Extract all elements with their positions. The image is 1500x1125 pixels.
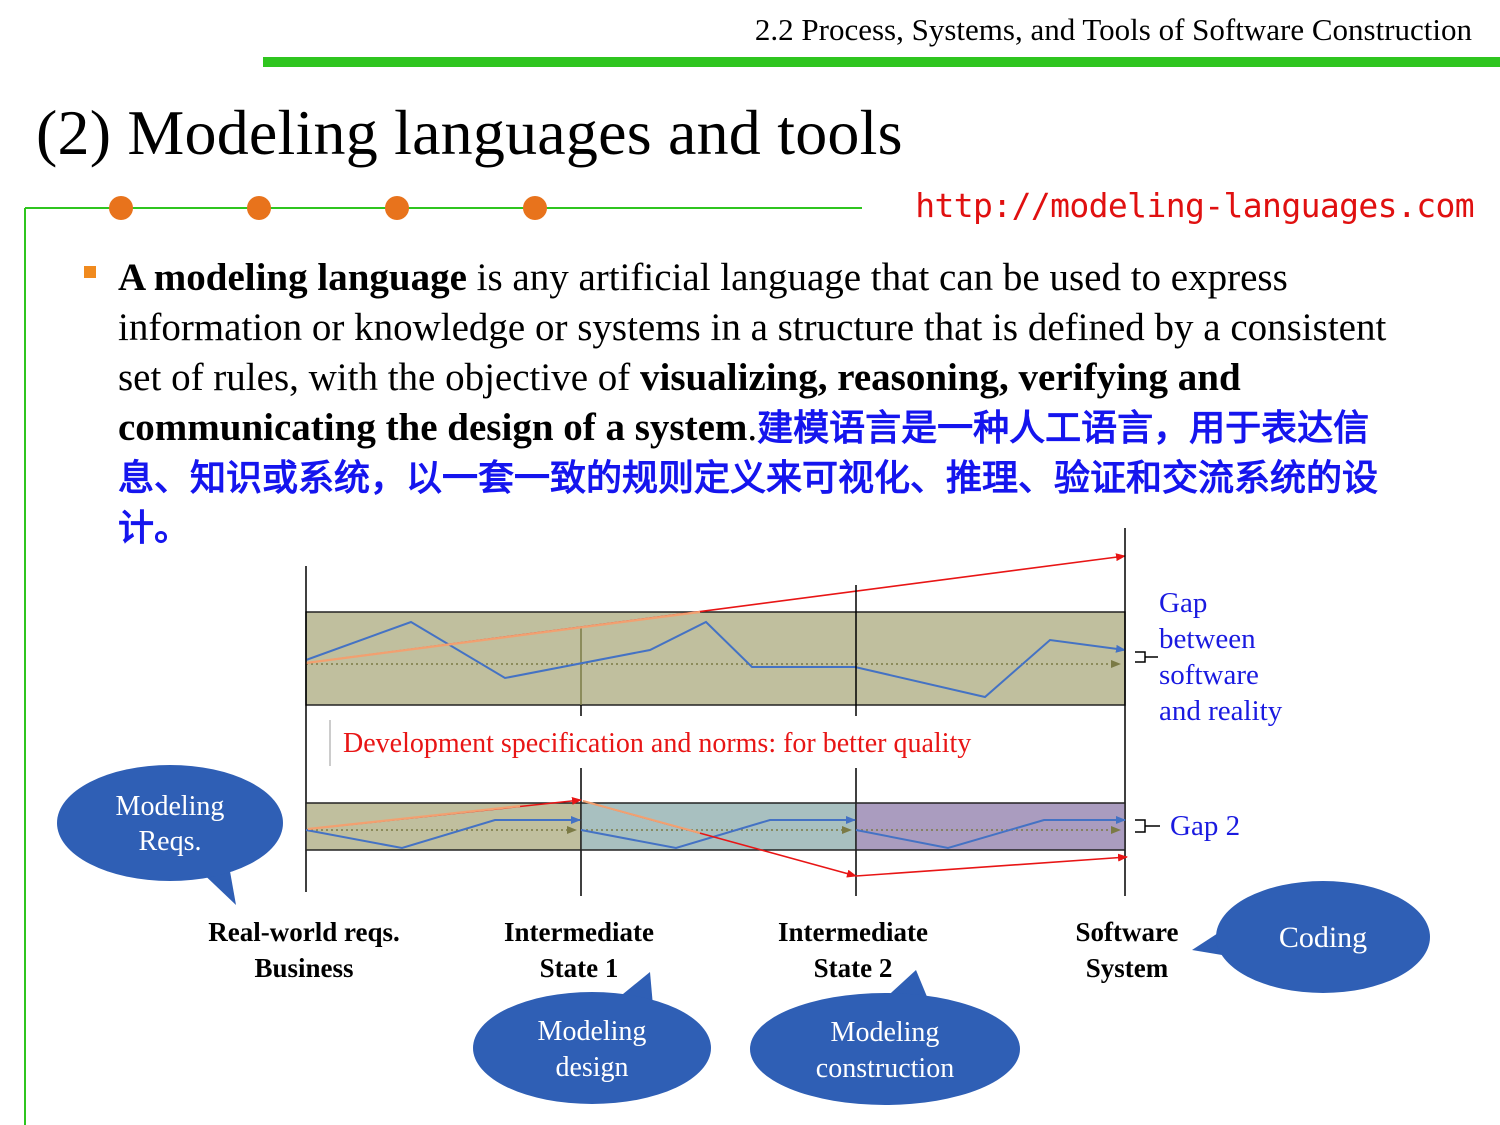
modeling-reqs-label-1: Modeling	[116, 791, 225, 822]
definition-period: .	[747, 406, 758, 449]
stage4-label-line2: System	[1086, 953, 1169, 983]
gap1-label-line4: and reality	[1159, 695, 1283, 727]
gap1-label-line3: software	[1159, 659, 1259, 691]
modeling-construction-label-2: construction	[816, 1053, 954, 1084]
modeling-design-label-2: design	[555, 1052, 628, 1083]
actual-segment-3	[855, 816, 1126, 850]
coding-label: Coding	[1279, 921, 1367, 954]
bullet-marker	[84, 266, 96, 278]
definition-paragraph: A modeling language is any artificial la…	[118, 253, 1418, 553]
gap2-arrow-3	[855, 853, 1128, 877]
decoration-dot	[523, 196, 547, 220]
header-title: 2.2 Process, Systems, and Tools of Softw…	[754, 12, 1472, 47]
decoration-dot	[109, 196, 133, 220]
modeling-construction-label-1: Modeling	[831, 1017, 940, 1048]
gap1-label-line2: between	[1159, 623, 1256, 655]
modeling-design-label-1: Modeling	[538, 1016, 647, 1047]
stage4-label-line1: Software	[1076, 917, 1179, 947]
coding-callout: Coding	[1192, 881, 1430, 993]
decoration-dot	[385, 196, 409, 220]
header-rule	[263, 57, 1500, 67]
source-url[interactable]: http://modeling-languages.com	[915, 186, 1474, 225]
gap1-bracket	[1135, 651, 1158, 663]
modeling-reqs-label-2: Reqs.	[139, 826, 202, 857]
lower-band-stage3	[855, 802, 1126, 851]
gap2-label: Gap 2	[1170, 810, 1240, 842]
slide-title: (2) Modeling languages and tools	[36, 97, 903, 168]
defined-term: A modeling language	[118, 256, 467, 299]
gap2-bracket	[1135, 819, 1160, 833]
gap1-label-line1: Gap	[1159, 587, 1207, 619]
decoration-dot	[247, 196, 271, 220]
